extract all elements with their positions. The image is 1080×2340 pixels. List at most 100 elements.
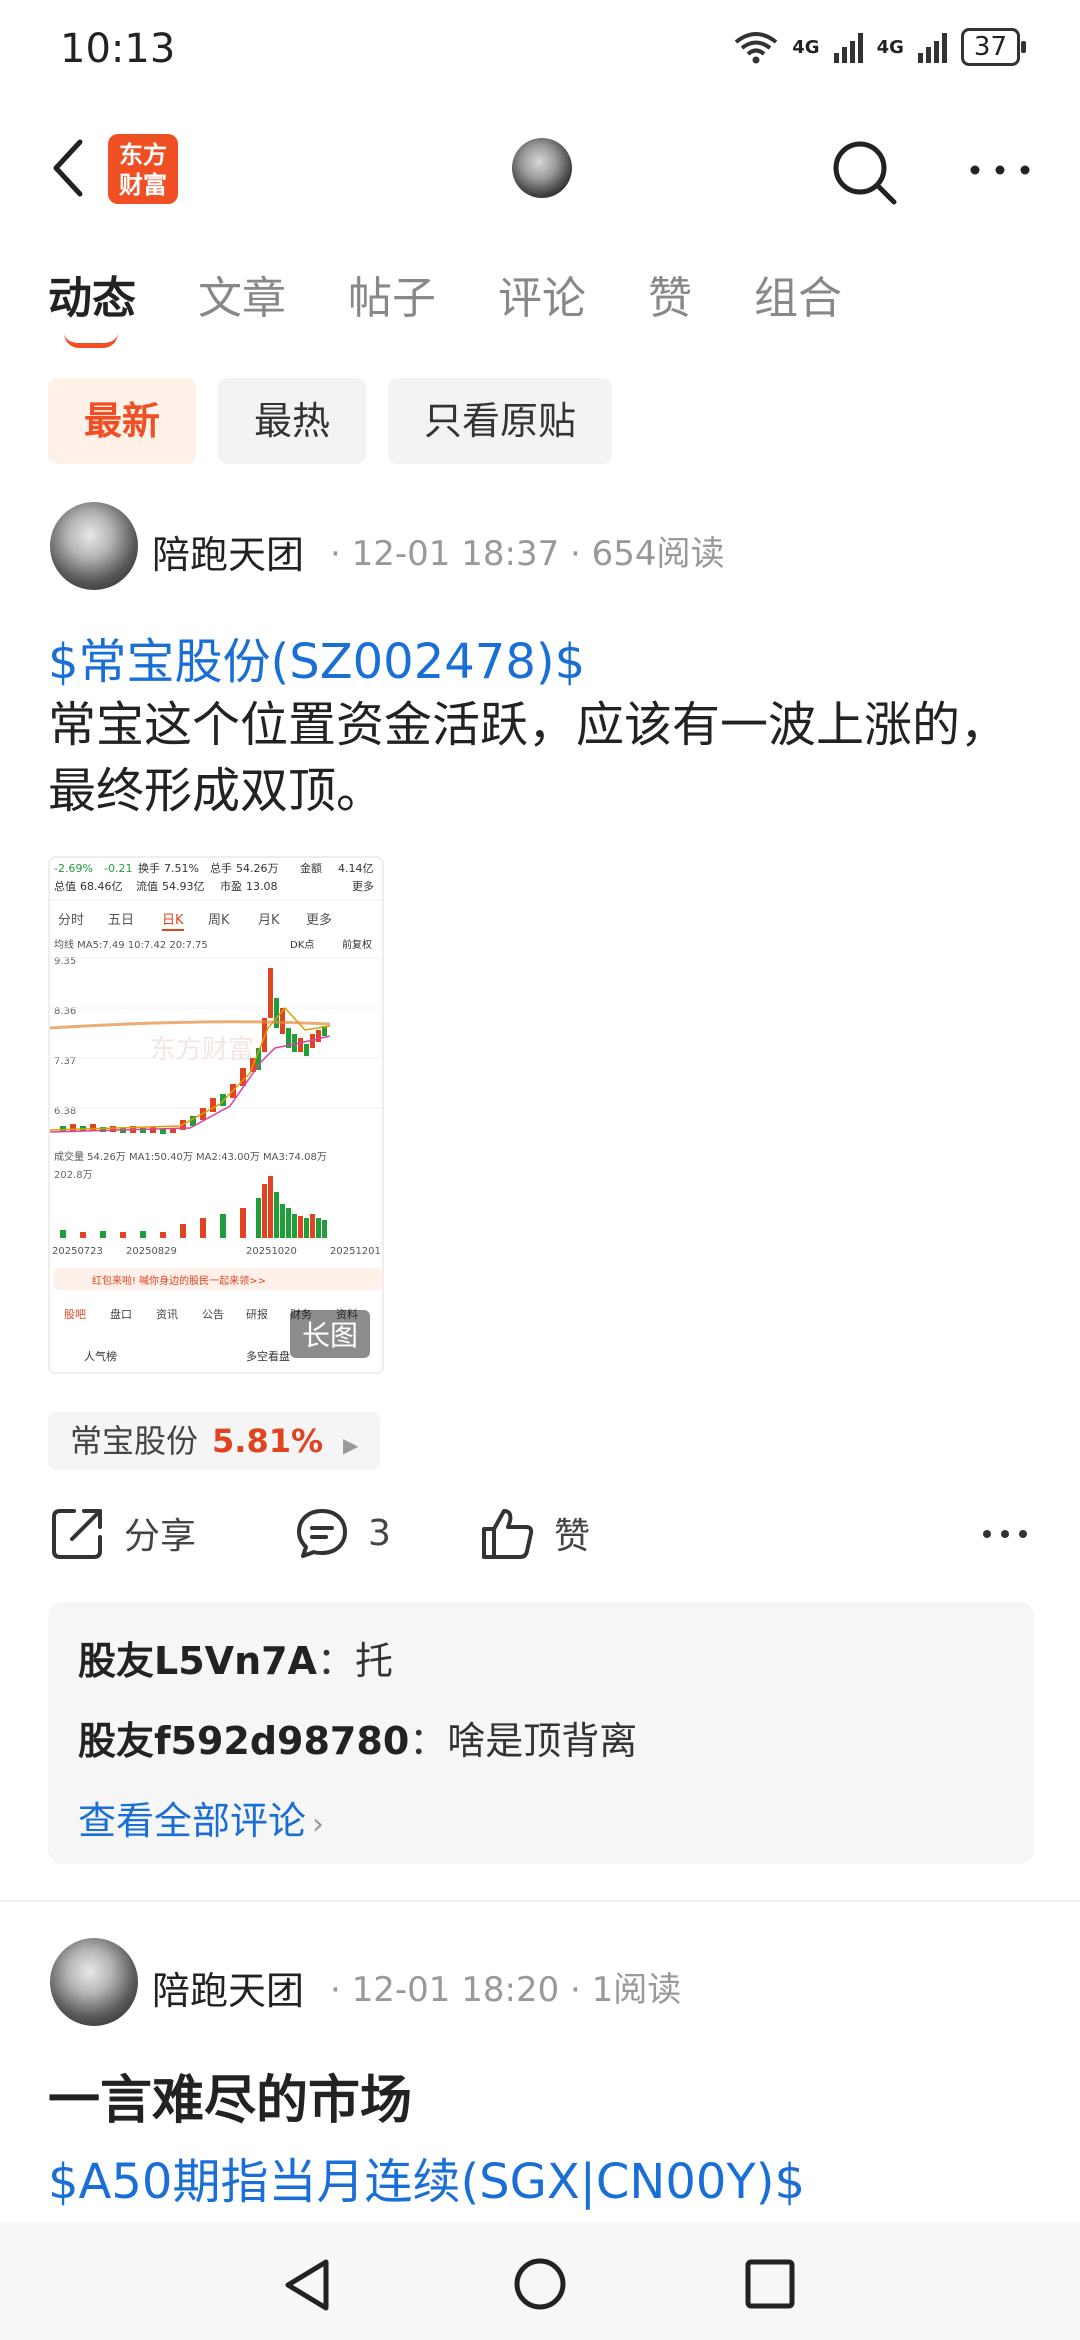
play-arrow-icon: ▶ — [343, 1433, 359, 1457]
thumb-cap: 68.46亿 — [80, 880, 123, 893]
nav-recents-icon[interactable] — [744, 2258, 796, 2310]
post1-actions: 分享 3 赞 — [50, 1505, 1040, 1575]
comment-icon — [297, 1509, 347, 1558]
filter-chips: 最新 最热 只看原贴 — [48, 378, 613, 464]
system-nav-bar — [0, 2222, 1080, 2340]
thumb-amount: 4.14亿 — [338, 862, 374, 875]
thumb-amount-label: 金额 — [300, 861, 322, 875]
like-button[interactable]: 赞 — [480, 1505, 590, 1561]
tab-likes[interactable]: 赞 — [648, 262, 692, 326]
thumb-pe: 13.08 — [246, 880, 278, 893]
filter-latest[interactable]: 最新 — [48, 378, 197, 464]
tab-dynamic[interactable]: 动态 — [48, 262, 136, 348]
network-label-1: 4G — [792, 36, 820, 58]
filter-hot[interactable]: 最热 — [218, 378, 367, 464]
post1-time: 12-01 18:37 — [351, 534, 560, 574]
long-image-badge: 长图 — [289, 1310, 370, 1358]
thumb-period-1: 分时 — [58, 913, 84, 928]
thumb-period-2: 五日 — [108, 913, 134, 928]
volume-bars — [60, 1176, 327, 1238]
thumb-tab-5: 研报 — [246, 1307, 268, 1321]
app-logo[interactable]: 东方 财富 — [108, 134, 178, 204]
post1-text: 常宝这个位置资金活跃，应该有一波上涨的，最终形成双顶。 — [48, 697, 1009, 819]
post2-title[interactable]: 一言难尽的市场 — [48, 2058, 412, 2133]
status-time: 10:13 — [60, 26, 176, 72]
thumb-dk: DK点 — [290, 939, 314, 951]
nav-back-icon[interactable] — [282, 2258, 332, 2312]
thumb-volume-label: 总手 — [210, 861, 232, 875]
like-label: 赞 — [554, 1516, 591, 1557]
thumb-more: 更多 — [352, 879, 374, 893]
thumb-tab-2: 盘口 — [110, 1307, 132, 1321]
post1-avatar[interactable] — [50, 502, 138, 590]
thumb-turnover: 7.51% — [164, 862, 199, 875]
comment-item[interactable]: 股友L5Vn7A：托 — [78, 1630, 393, 1685]
search-icon[interactable] — [830, 138, 900, 208]
tab-posts[interactable]: 帖子 — [348, 262, 436, 326]
comment-item[interactable]: 股友f592d98780：啥是顶背离 — [78, 1710, 637, 1765]
status-bar: 10:13 4G 4G 37 — [0, 0, 1080, 100]
post2-time: 12-01 18:20 — [351, 1970, 560, 2010]
back-arrow-icon[interactable] — [44, 138, 94, 198]
battery-icon: 37 — [960, 28, 1027, 66]
tab-portfolio[interactable]: 组合 — [754, 262, 842, 326]
post2-avatar[interactable] — [50, 1938, 138, 2026]
post1-comments: 股友L5Vn7A：托 股友f592d98780：啥是顶背离 查看全部评论 › — [48, 1602, 1034, 1864]
comment-user: 股友L5Vn7A — [78, 1639, 317, 1683]
thumb-date-2: 20250829 — [126, 1246, 177, 1257]
wifi-icon — [735, 32, 778, 64]
view-all-comments-link[interactable]: 查看全部评论 › — [78, 1790, 324, 1845]
filter-original-only[interactable]: 只看原贴 — [388, 378, 613, 464]
thumb-change: -2.69% — [54, 862, 93, 875]
post2-stock-link[interactable]: $A50期指当月连续(SGX|CN00Y)$ — [48, 2142, 805, 2212]
thumb-bottom-left: 人气榜 — [84, 1349, 117, 1363]
thumb-date-1: 20250723 — [52, 1246, 103, 1257]
status-icons: 4G 4G 37 — [734, 28, 1027, 66]
profile-avatar[interactable] — [512, 138, 572, 198]
comment-count: 3 — [368, 1512, 391, 1554]
thumb-vol-line: 成交量 54.26万 MA1:50.40万 MA2:43.00万 MA3:74.… — [54, 1150, 327, 1163]
thumb-change-abs: -0.21 — [104, 862, 132, 875]
post1-image[interactable]: -2.69% -0.21 换手 7.51% 总手 54.26万 金额 4.14亿… — [48, 856, 384, 1374]
comment-button[interactable]: 3 — [294, 1505, 391, 1561]
thumb-banner: 红包来啦! 喊你身边的股民一起来领>> — [92, 1274, 266, 1287]
thumb-adj: 前复权 — [342, 938, 372, 951]
nav-home-icon[interactable] — [512, 2256, 568, 2312]
more-icon[interactable] — [965, 160, 1035, 180]
top-header: 东方 财富 — [0, 110, 1080, 230]
comment-text: 啥是顶背离 — [447, 1719, 638, 1763]
comment-text: 托 — [354, 1639, 393, 1683]
thumb-cap-label: 总值 — [54, 879, 76, 893]
signal-icon-1 — [833, 31, 863, 63]
stock-tag-name: 常宝股份 — [70, 1422, 199, 1460]
thumb-bottom-right: 多空看盘 — [246, 1349, 290, 1363]
signal-icon-2 — [917, 31, 947, 63]
post1-author[interactable]: 陪跑天团 — [152, 524, 304, 579]
share-button[interactable]: 分享 — [50, 1505, 196, 1561]
thumb-period-5: 月K — [258, 913, 280, 928]
thumb-float: 54.93亿 — [162, 880, 205, 893]
logo-text-2: 财富 — [119, 171, 167, 199]
thumbs-up-icon — [482, 1509, 534, 1559]
post1-meta: · 12-01 18:37 · 654阅读 — [330, 534, 725, 574]
thumb-period-6: 更多 — [306, 912, 332, 928]
thumb-date-4: 20251201 — [330, 1246, 381, 1257]
post1-reads: 654阅读 — [591, 534, 725, 574]
thumb-tab-4: 公告 — [202, 1308, 224, 1321]
post2-author[interactable]: 陪跑天团 — [152, 1960, 304, 2015]
share-icon — [52, 1509, 102, 1559]
profile-tabs: 动态 文章 帖子 评论 赞 组合 — [48, 262, 904, 348]
post2-reads: 1阅读 — [591, 1970, 682, 2010]
logo-text-1: 东方 — [119, 141, 167, 169]
thumb-volume: 54.26万 — [236, 862, 279, 875]
thumb-turnover-label: 换手 — [138, 861, 160, 875]
thumb-tab-3: 资讯 — [156, 1308, 178, 1321]
post1-stock-tag[interactable]: 常宝股份 5.81% ▶ — [48, 1412, 381, 1470]
thumb-vol-max: 202.8万 — [54, 1170, 93, 1181]
tab-comments[interactable]: 评论 — [498, 262, 586, 326]
stock-chart-thumbnail: -2.69% -0.21 换手 7.51% 总手 54.26万 金额 4.14亿… — [50, 861, 382, 1363]
post1-stock-link[interactable]: $常宝股份(SZ002478)$ — [48, 622, 585, 692]
tab-articles[interactable]: 文章 — [198, 262, 286, 326]
post2-meta: · 12-01 18:20 · 1阅读 — [330, 1970, 682, 2010]
post-more-icon[interactable] — [980, 1527, 1030, 1541]
